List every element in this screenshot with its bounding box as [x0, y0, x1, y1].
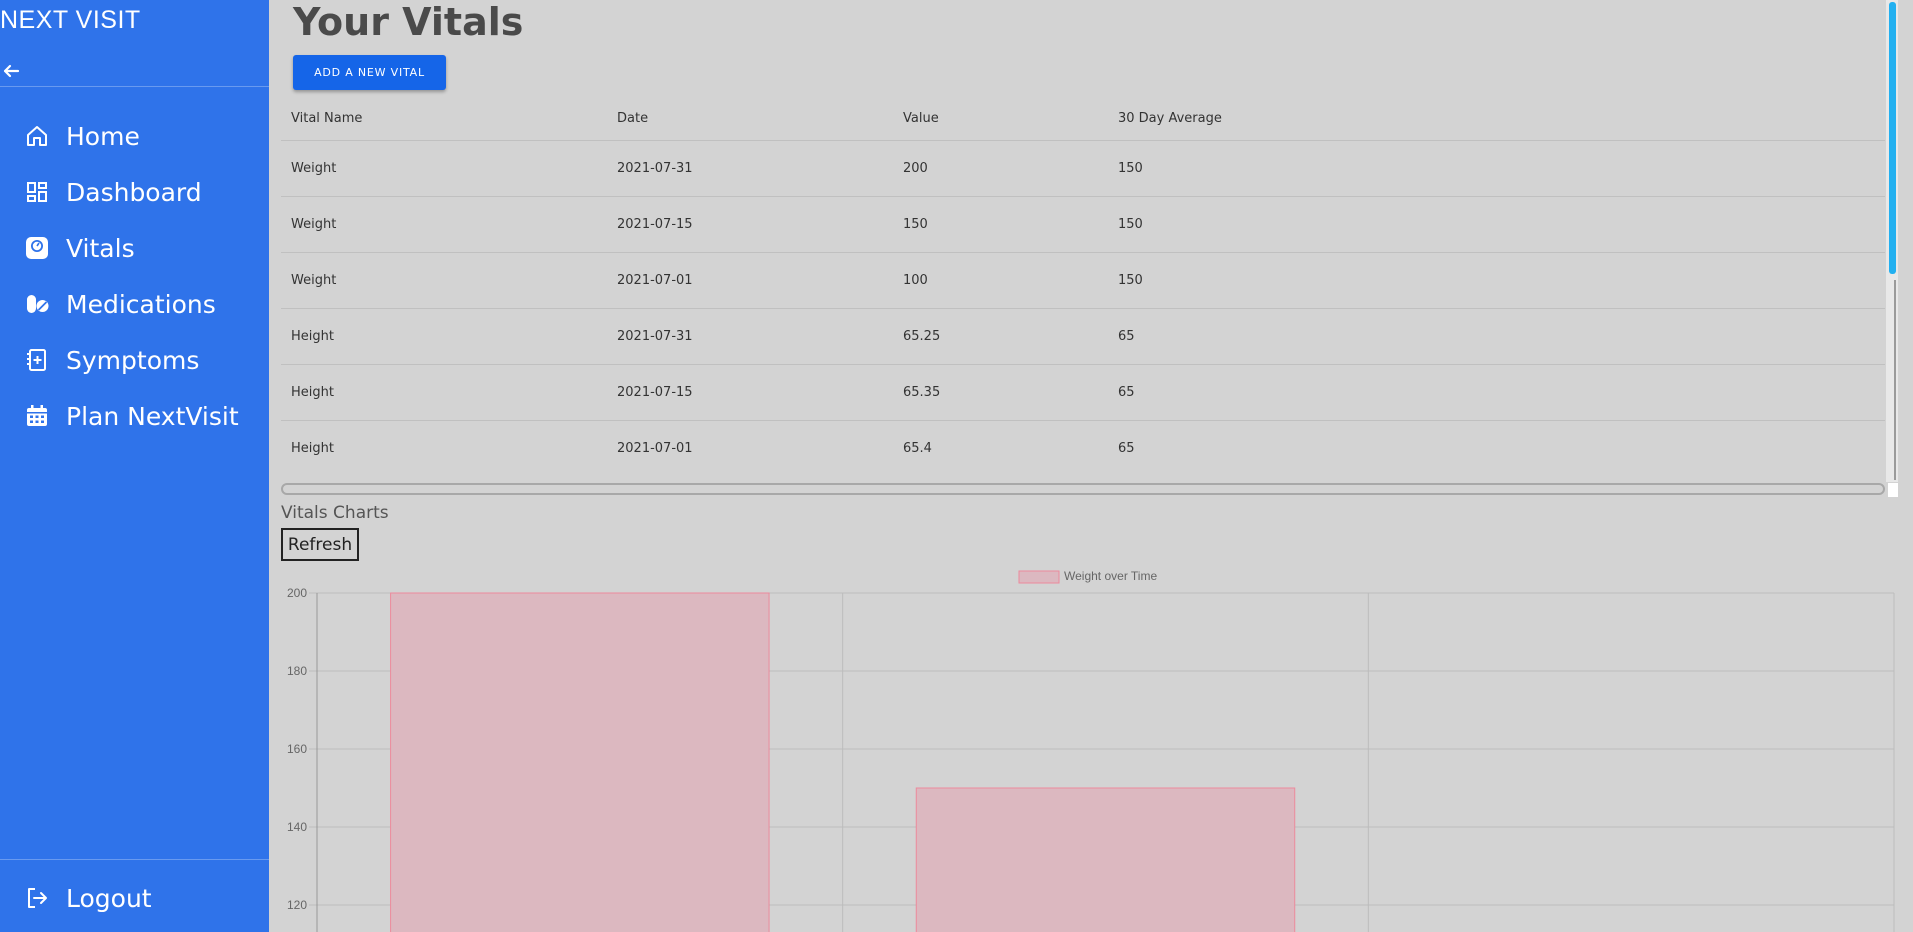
- y-tick-label: 200: [287, 586, 307, 600]
- column-header-value[interactable]: Value: [903, 96, 1118, 141]
- sidebar-item-vitals[interactable]: Vitals: [0, 220, 269, 276]
- cell-30-day-average: 150: [1118, 140, 1885, 197]
- legend-swatch: [1018, 570, 1060, 584]
- chart-bars: [390, 592, 1296, 932]
- legend-label: Weight over Time: [1064, 569, 1157, 583]
- vertical-scroll-thumb[interactable]: [1889, 2, 1896, 274]
- table-row[interactable]: Height 2021-07-31 65.25 65: [281, 308, 1885, 365]
- cell-value: 65.4: [903, 420, 1118, 476]
- chart-bar[interactable]: [915, 787, 1296, 932]
- sidebar-item-label: Symptoms: [66, 345, 200, 375]
- cell-30-day-average: 150: [1118, 196, 1885, 253]
- table-row[interactable]: Weight 2021-07-01 100 150: [281, 252, 1885, 309]
- cell-date: 2021-07-31: [617, 140, 903, 197]
- pills-icon: [27, 295, 49, 313]
- medical-notes-icon: [27, 349, 46, 371]
- sidebar-item-symptoms[interactable]: Symptoms: [0, 332, 269, 388]
- brand-title: NEXT VISIT: [0, 6, 141, 34]
- logout-label: Logout: [66, 883, 152, 913]
- dashboard-icon: [27, 182, 47, 202]
- vitals-table: Vital Name Date Value 30 Day Average Wei…: [281, 96, 1885, 476]
- chart-legend[interactable]: Weight over Time: [1018, 569, 1157, 584]
- y-tick-label: 140: [287, 820, 307, 834]
- cell-date: 2021-07-01: [617, 420, 903, 476]
- sidebar-nav: Home Dashboard Vitals Medications Sympto…: [0, 108, 269, 444]
- sidebar-item-dashboard[interactable]: Dashboard: [0, 164, 269, 220]
- calendar-icon: [27, 405, 47, 426]
- chart-y-axis: 120 140 160 180 200: [287, 586, 307, 912]
- cell-date: 2021-07-15: [617, 364, 903, 421]
- sidebar-item-label: Vitals: [66, 233, 135, 263]
- cell-vital-name: Weight: [281, 252, 617, 309]
- cell-vital-name: Weight: [281, 140, 617, 197]
- cell-30-day-average: 65: [1118, 364, 1885, 421]
- scrollbar-corner: [1888, 483, 1898, 497]
- cell-value: 150: [903, 196, 1118, 253]
- cell-vital-name: Height: [281, 420, 617, 476]
- cell-30-day-average: 65: [1118, 308, 1885, 365]
- vitals-table-container[interactable]: Vital Name Date Value 30 Day Average Wei…: [281, 96, 1885, 482]
- logout-icon: [28, 888, 47, 908]
- table-horizontal-scrollbar[interactable]: [281, 483, 1885, 495]
- sidebar-item-label: Medications: [66, 289, 216, 319]
- cell-vital-name: Weight: [281, 196, 617, 253]
- chart-bar[interactable]: [390, 592, 770, 932]
- table-row[interactable]: Weight 2021-07-15 150 150: [281, 196, 1885, 253]
- cell-date: 2021-07-31: [617, 308, 903, 365]
- sidebar-item-label: Plan NextVisit: [66, 401, 239, 431]
- column-header-30-day-average[interactable]: 30 Day Average: [1118, 96, 1885, 141]
- table-vertical-scrollbar[interactable]: [1886, 0, 1898, 482]
- scale-icon: [26, 237, 48, 259]
- cell-date: 2021-07-15: [617, 196, 903, 253]
- cell-date: 2021-07-01: [617, 252, 903, 309]
- table-row[interactable]: Height 2021-07-15 65.35 65: [281, 364, 1885, 421]
- y-tick-label: 120: [287, 898, 307, 912]
- cell-value: 65.25: [903, 308, 1118, 365]
- sidebar-item-label: Home: [66, 121, 140, 151]
- y-tick-label: 160: [287, 742, 307, 756]
- cell-value: 100: [903, 252, 1118, 309]
- chart-grid: [309, 592, 1895, 932]
- arrow-left-icon[interactable]: [2, 62, 20, 80]
- cell-30-day-average: 65: [1118, 420, 1885, 476]
- sidebar-item-label: Dashboard: [66, 177, 202, 207]
- sidebar-divider: [0, 86, 269, 87]
- logout-item[interactable]: Logout: [0, 870, 269, 926]
- sidebar-item-plan-nextvisit[interactable]: Plan NextVisit: [0, 388, 269, 444]
- sidebar-item-home[interactable]: Home: [0, 108, 269, 164]
- sidebar: NEXT VISIT Home Dashboard Vitals Medicat…: [0, 0, 269, 932]
- vertical-scroll-track: [1894, 280, 1896, 480]
- refresh-button[interactable]: Refresh: [281, 528, 359, 561]
- main-content: Your Vitals ADD A NEW VITAL Vital Name D…: [269, 0, 1913, 932]
- column-header-date[interactable]: Date: [617, 96, 903, 141]
- logout-button[interactable]: Logout: [0, 870, 269, 926]
- column-header-vital-name[interactable]: Vital Name: [281, 96, 617, 141]
- page-title: Your Vitals: [293, 0, 524, 44]
- charts-section-title: Vitals Charts: [281, 503, 389, 523]
- add-new-vital-button[interactable]: ADD A NEW VITAL: [293, 55, 446, 90]
- sidebar-item-medications[interactable]: Medications: [0, 276, 269, 332]
- sidebar-divider: [0, 859, 269, 860]
- table-header-row: Vital Name Date Value 30 Day Average: [281, 96, 1885, 141]
- y-tick-label: 180: [287, 664, 307, 678]
- table-row[interactable]: Weight 2021-07-31 200 150: [281, 140, 1885, 197]
- cell-value: 65.35: [903, 364, 1118, 421]
- cell-vital-name: Height: [281, 364, 617, 421]
- cell-vital-name: Height: [281, 308, 617, 365]
- home-icon: [27, 126, 47, 146]
- cell-value: 200: [903, 140, 1118, 197]
- table-row[interactable]: Height 2021-07-01 65.4 65: [281, 420, 1885, 476]
- cell-30-day-average: 150: [1118, 252, 1885, 309]
